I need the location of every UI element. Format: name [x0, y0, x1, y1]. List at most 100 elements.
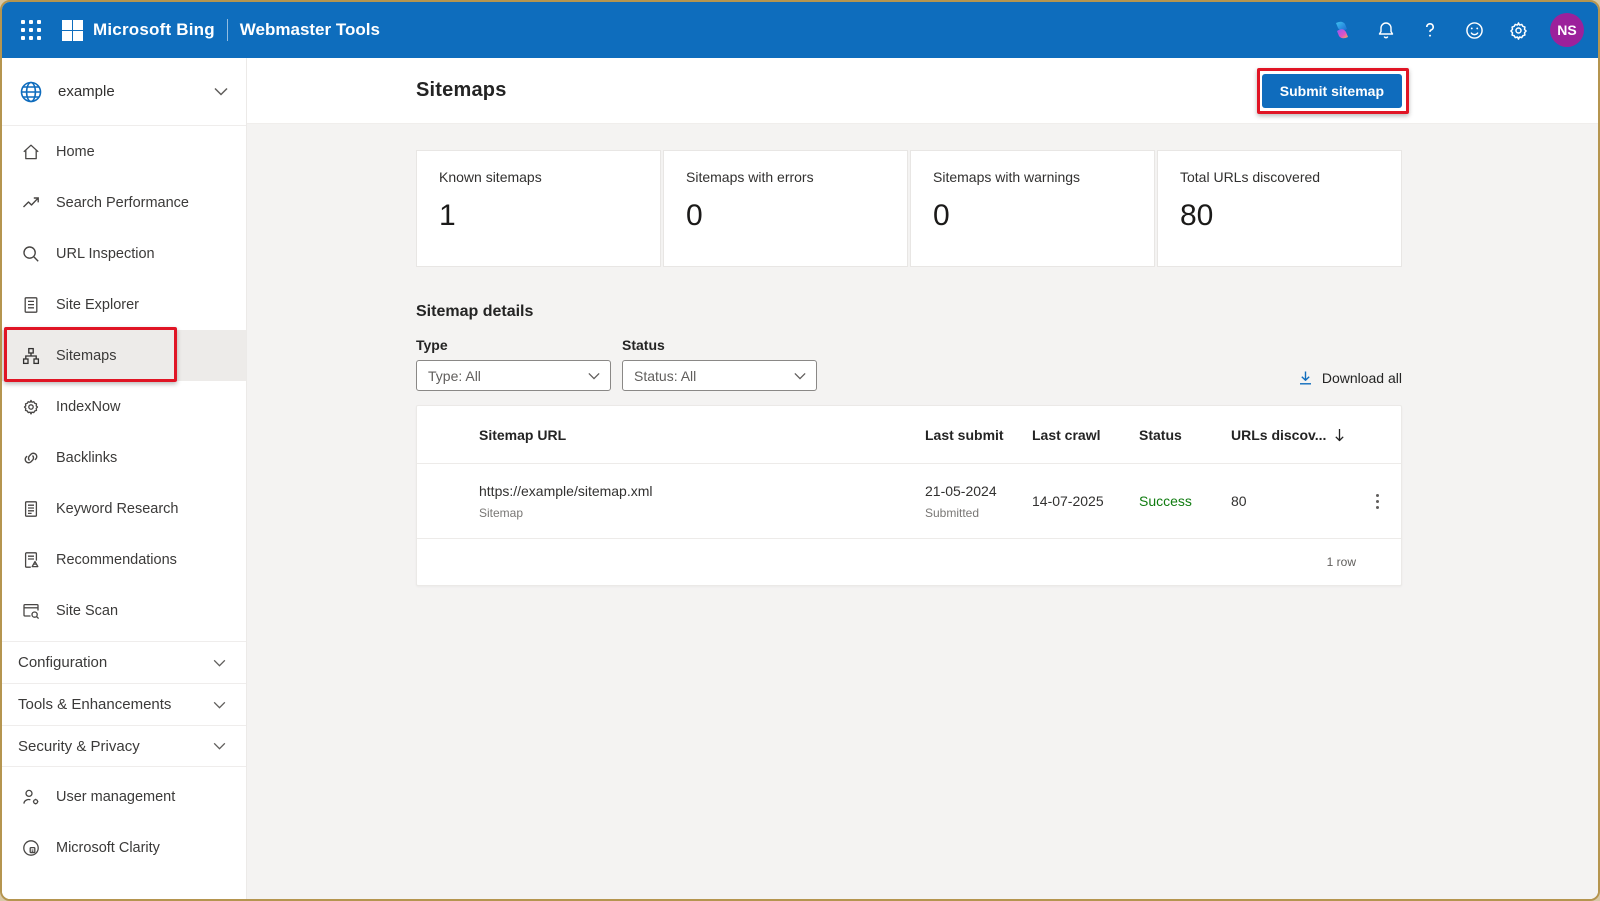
page-title: Sitemaps	[416, 79, 507, 102]
site-selector[interactable]: example	[2, 58, 246, 126]
app-window: Microsoft Bing Webmaster Tools	[0, 0, 1600, 901]
chevron-down-icon	[213, 659, 226, 667]
sidebar-section-tools-enhancements[interactable]: Tools & Enhancements	[2, 683, 246, 725]
sidebar-item-microsoft-clarity[interactable]: Microsoft Clarity	[2, 822, 246, 873]
stat-label: Total URLs discovered	[1180, 169, 1379, 185]
document-text-icon	[21, 499, 41, 519]
status-filter-label: Status	[622, 337, 817, 353]
sidebar-item-label: Home	[56, 144, 95, 160]
sitemap-details-heading: Sitemap details	[416, 303, 1402, 321]
section-label: Tools & Enhancements	[18, 696, 171, 713]
main-content: Sitemaps Submit sitemap Known sitemaps 1	[247, 58, 1598, 901]
sidebar-item-indexnow[interactable]: IndexNow	[2, 381, 246, 432]
row-count: 1 row	[1327, 555, 1356, 569]
chevron-down-icon	[794, 372, 806, 380]
chevron-down-icon	[588, 372, 600, 380]
product-name: Webmaster Tools	[240, 20, 380, 40]
stat-label: Sitemaps with warnings	[933, 169, 1132, 185]
stat-card-known-sitemaps: Known sitemaps 1	[416, 150, 661, 267]
sidebar-item-label: Keyword Research	[56, 501, 179, 517]
stat-value: 1	[439, 199, 638, 233]
stat-label: Sitemaps with errors	[686, 169, 885, 185]
feedback-smiley-icon[interactable]	[1456, 12, 1492, 48]
chevron-down-icon	[213, 701, 226, 709]
sidebar-section-configuration[interactable]: Configuration	[2, 641, 246, 683]
sidebar-item-label: Sitemaps	[56, 348, 116, 364]
brand-name: Microsoft Bing	[93, 20, 215, 40]
stat-value: 0	[933, 199, 1132, 233]
document-list-icon	[21, 295, 41, 315]
type-filter-label: Type	[416, 337, 611, 353]
notifications-bell-icon[interactable]	[1368, 12, 1404, 48]
document-alert-icon	[21, 550, 41, 570]
download-all-button[interactable]: Download all	[1298, 370, 1402, 391]
sitemap-type-cell: Sitemap	[479, 506, 925, 520]
sidebar-item-site-explorer[interactable]: Site Explorer	[2, 279, 246, 330]
sidebar: example Home Search Performance	[2, 58, 247, 901]
sidebar-item-label: Backlinks	[56, 450, 117, 466]
page-header: Sitemaps Submit sitemap	[247, 58, 1598, 124]
sidebar-item-label: URL Inspection	[56, 246, 155, 262]
window-scan-icon	[21, 601, 41, 621]
table-header-row: Sitemap URL Last submit Last crawl Statu…	[417, 406, 1401, 463]
user-gear-icon	[21, 787, 41, 807]
sidebar-item-search-performance[interactable]: Search Performance	[2, 177, 246, 228]
table-footer: 1 row	[417, 539, 1401, 585]
column-header-last-submit[interactable]: Last submit	[925, 427, 1032, 443]
submit-sitemap-button[interactable]: Submit sitemap	[1262, 74, 1402, 108]
sidebar-item-sitemaps[interactable]: Sitemaps	[2, 330, 246, 381]
urls-discovered-cell: 80	[1231, 493, 1349, 509]
sitemap-url-cell[interactable]: https://example/sitemap.xml	[479, 483, 925, 499]
settings-gear-icon[interactable]	[1500, 12, 1536, 48]
microsoft-logo	[62, 20, 83, 41]
stat-label: Known sitemaps	[439, 169, 638, 185]
sidebar-item-backlinks[interactable]: Backlinks	[2, 432, 246, 483]
stat-value: 0	[686, 199, 885, 233]
stat-card-sitemaps-warnings: Sitemaps with warnings 0	[910, 150, 1155, 267]
clarity-icon	[21, 838, 41, 858]
sort-descending-icon	[1334, 428, 1345, 442]
stats-row: Known sitemaps 1 Sitemaps with errors 0 …	[416, 150, 1402, 267]
sidebar-item-url-inspection[interactable]: URL Inspection	[2, 228, 246, 279]
row-actions-kebab-icon[interactable]	[1365, 489, 1389, 513]
column-header-status[interactable]: Status	[1139, 427, 1231, 443]
stat-value: 80	[1180, 199, 1379, 233]
column-header-last-crawl[interactable]: Last crawl	[1032, 427, 1139, 443]
sidebar-item-label: Microsoft Clarity	[56, 840, 160, 856]
type-filter-dropdown[interactable]: Type: All	[416, 360, 611, 391]
site-name: example	[58, 83, 115, 100]
home-icon	[21, 142, 41, 162]
submit-note-cell: Submitted	[925, 506, 1032, 520]
copilot-icon[interactable]	[1324, 12, 1360, 48]
sidebar-section-security-privacy[interactable]: Security & Privacy	[2, 725, 246, 767]
sidebar-item-recommendations[interactable]: Recommendations	[2, 534, 246, 585]
sidebar-item-keyword-research[interactable]: Keyword Research	[2, 483, 246, 534]
stat-card-sitemaps-errors: Sitemaps with errors 0	[663, 150, 908, 267]
filter-row: Type Type: All Status Status: All	[416, 337, 1402, 391]
sidebar-item-home[interactable]: Home	[2, 126, 246, 177]
column-header-urls-discovered[interactable]: URLs discov...	[1231, 427, 1349, 443]
help-icon[interactable]	[1412, 12, 1448, 48]
column-header-sitemap-url[interactable]: Sitemap URL	[479, 427, 925, 443]
sidebar-item-label: Recommendations	[56, 552, 177, 568]
last-submit-cell: 21-05-2024	[925, 483, 1032, 499]
apps-grid-icon[interactable]	[14, 13, 48, 47]
status-filter-value: Status: All	[634, 368, 696, 384]
status-filter-dropdown[interactable]: Status: All	[622, 360, 817, 391]
stat-card-total-urls: Total URLs discovered 80	[1157, 150, 1402, 267]
gear-bolt-icon	[21, 397, 41, 417]
table-row[interactable]: https://example/sitemap.xml Sitemap 21-0…	[417, 464, 1401, 538]
avatar[interactable]: NS	[1550, 13, 1584, 47]
sidebar-item-label: IndexNow	[56, 399, 120, 415]
links-icon	[21, 448, 41, 468]
hierarchy-icon	[21, 346, 41, 366]
section-label: Configuration	[18, 654, 107, 671]
sidebar-item-site-scan[interactable]: Site Scan	[2, 585, 246, 636]
sidebar-item-user-management[interactable]: User management	[2, 771, 246, 822]
brand-divider	[227, 19, 228, 41]
magnifier-icon	[21, 244, 41, 264]
sidebar-item-label: User management	[56, 789, 175, 805]
top-bar: Microsoft Bing Webmaster Tools	[2, 2, 1598, 58]
section-label: Security & Privacy	[18, 738, 140, 755]
sidebar-item-label: Search Performance	[56, 195, 189, 211]
